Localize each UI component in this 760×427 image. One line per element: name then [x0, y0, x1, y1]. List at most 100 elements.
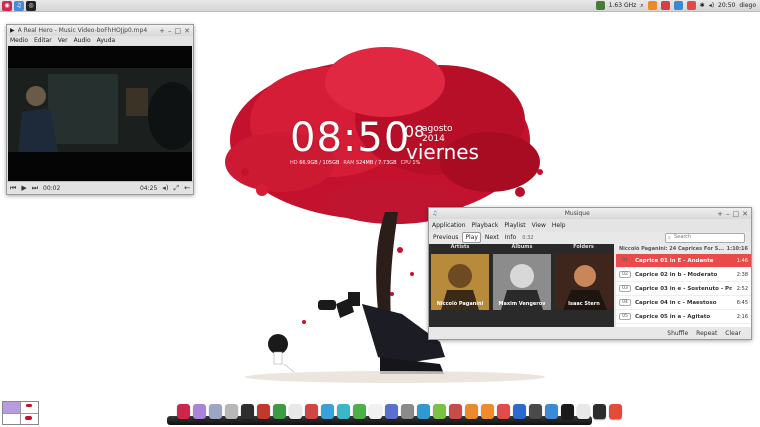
menu-view[interactable]: View — [532, 222, 546, 229]
dock-app-icon[interactable] — [289, 404, 302, 419]
dock-app-icon[interactable] — [481, 404, 494, 419]
dock-app-icon[interactable] — [609, 404, 622, 419]
bluetooth-icon[interactable]: ✱ — [700, 2, 705, 9]
indicator-area: 1.63 GHz ⌕ ✱ ◂) 20:50 diego — [595, 1, 760, 10]
video-player-window[interactable]: ▶ A Real Hero - Music Video-boFhHOJjp0.m… — [6, 24, 194, 195]
panel-clock[interactable]: 20:50 — [718, 2, 735, 9]
workspace-2[interactable] — [21, 402, 38, 413]
add-icon[interactable]: + — [159, 27, 165, 35]
track-title: Caprice 02 in b - Moderato — [635, 271, 718, 278]
track-row[interactable]: 02 Caprice 02 in b - Moderato 2:38 — [616, 268, 751, 282]
dock-app-icon[interactable] — [497, 404, 510, 419]
menu-audio[interactable]: Audio — [74, 37, 91, 44]
track-row-current[interactable]: 01 Caprice 01 in E - Andante 1:46 — [616, 254, 751, 268]
music-player-window[interactable]: ♫ Musique + – □ ✕ Application Playback P… — [428, 207, 752, 340]
search-input[interactable]: ⌕ Search — [665, 232, 745, 243]
next-button[interactable]: Next — [483, 233, 501, 242]
search-icon[interactable]: ⌕ — [640, 2, 643, 10]
dock-app-icon[interactable] — [209, 404, 222, 419]
dropbox-icon[interactable] — [673, 1, 683, 10]
app-launcher-icon[interactable]: ◉ — [2, 0, 12, 11]
cpu-monitor-icon[interactable] — [595, 1, 605, 10]
skip-forward-icon[interactable]: ⏭ — [32, 184, 38, 193]
menu-playback[interactable]: Playback — [472, 222, 499, 229]
menu-editar[interactable]: Editar — [34, 37, 52, 44]
menu-medio[interactable]: Medio — [10, 37, 28, 44]
dock-app-icon[interactable] — [305, 404, 318, 419]
video-frame[interactable] — [8, 46, 192, 181]
minimize-icon[interactable]: – — [726, 210, 730, 218]
menu-help[interactable]: Help — [552, 222, 566, 229]
music-launcher-icon[interactable]: ♫ — [14, 0, 24, 11]
dock-app-icon[interactable] — [417, 404, 430, 419]
track-number: 04 — [619, 299, 631, 306]
dock-app-icon[interactable] — [257, 404, 270, 419]
skip-back-icon[interactable]: ⏮ — [10, 184, 16, 193]
dock-app-icon[interactable] — [401, 404, 414, 419]
column-albums[interactable]: Albums — [491, 244, 553, 252]
menu-ver[interactable]: Ver — [58, 37, 68, 44]
dock-app-icon[interactable] — [241, 404, 254, 419]
volume-icon[interactable]: ◂) — [162, 184, 168, 192]
dock-app-icon[interactable] — [529, 404, 542, 419]
previous-button[interactable]: Previous — [431, 233, 460, 242]
close-icon[interactable]: ✕ — [742, 210, 748, 218]
minimize-icon[interactable]: – — [168, 27, 172, 35]
dock-app-icon[interactable] — [353, 404, 366, 419]
add-icon[interactable]: + — [717, 210, 723, 218]
dock-app-icon[interactable] — [193, 404, 206, 419]
clear-button[interactable]: Clear — [725, 330, 741, 337]
track-number: 01 — [622, 258, 628, 263]
maximize-icon[interactable]: □ — [175, 27, 182, 35]
fullscreen-icon[interactable]: ⤢ — [174, 184, 180, 193]
track-row[interactable]: 04 Caprice 04 in c - Maestoso 6:45 — [616, 296, 751, 310]
dock-app-icon[interactable] — [433, 404, 446, 419]
menu-ayuda[interactable]: Ayuda — [97, 37, 116, 44]
menu-application[interactable]: Application — [432, 222, 466, 229]
mail-icon[interactable] — [660, 1, 670, 10]
dock-app-icon[interactable] — [577, 404, 590, 419]
volume-icon[interactable]: ◂) — [709, 2, 714, 9]
dock-app-icon[interactable] — [449, 404, 462, 419]
play-button[interactable]: Play — [462, 232, 481, 243]
dock-app-icon[interactable] — [561, 404, 574, 419]
back-icon[interactable]: ← — [184, 184, 190, 192]
dock-app-icon[interactable] — [593, 404, 606, 419]
track-row[interactable]: 05 Caprice 05 in a - Agitato 2:16 — [616, 310, 751, 324]
track-row[interactable]: 03 Caprice 03 in e - Sostenuto - Pr... 2… — [616, 282, 751, 296]
music-toolbar: Previous Play Next Info 0:32 ⌕ Search — [429, 232, 751, 243]
dock-app-icon[interactable] — [225, 404, 238, 419]
workspace-1[interactable] — [3, 402, 20, 413]
music-titlebar[interactable]: ♫ Musique + – □ ✕ — [429, 208, 751, 219]
dock-app-icon[interactable] — [465, 404, 478, 419]
network-icon[interactable] — [647, 1, 657, 10]
search-placeholder: Search — [674, 233, 692, 240]
video-titlebar[interactable]: ▶ A Real Hero - Music Video-boFhHOJjp0.m… — [7, 25, 193, 36]
cpu-freq-label[interactable]: 1.63 GHz — [609, 2, 637, 9]
track-title: Caprice 01 in E - Andante — [635, 257, 714, 264]
notification-icon[interactable] — [686, 1, 696, 10]
workspace-4[interactable] — [21, 413, 38, 424]
play-icon[interactable]: ▶ — [21, 184, 26, 192]
menu-playlist[interactable]: Playlist — [504, 222, 525, 229]
dock-app-icon[interactable] — [385, 404, 398, 419]
shuffle-button[interactable]: Shuffle — [667, 330, 688, 337]
info-button[interactable]: Info — [503, 233, 518, 242]
column-artists[interactable]: Artists — [429, 244, 491, 252]
dock-app-icon[interactable] — [545, 404, 558, 419]
dock-app-icon[interactable] — [321, 404, 334, 419]
stat-ram: RAM 524MB / 7.73GB — [343, 160, 397, 166]
dock-app-icon[interactable] — [369, 404, 382, 419]
dock-app-icon[interactable] — [177, 404, 190, 419]
dock-app-icon[interactable] — [337, 404, 350, 419]
media-launcher-icon[interactable]: ◎ — [26, 0, 36, 11]
user-name[interactable]: diego — [739, 2, 756, 9]
repeat-button[interactable]: Repeat — [696, 330, 717, 337]
column-folders[interactable]: Folders — [553, 244, 614, 252]
dock-app-icon[interactable] — [273, 404, 286, 419]
music-title: Musique — [564, 210, 590, 217]
maximize-icon[interactable]: □ — [733, 210, 740, 218]
dock-app-icon[interactable] — [513, 404, 526, 419]
workspace-3[interactable] — [3, 413, 20, 424]
close-icon[interactable]: ✕ — [184, 27, 190, 35]
